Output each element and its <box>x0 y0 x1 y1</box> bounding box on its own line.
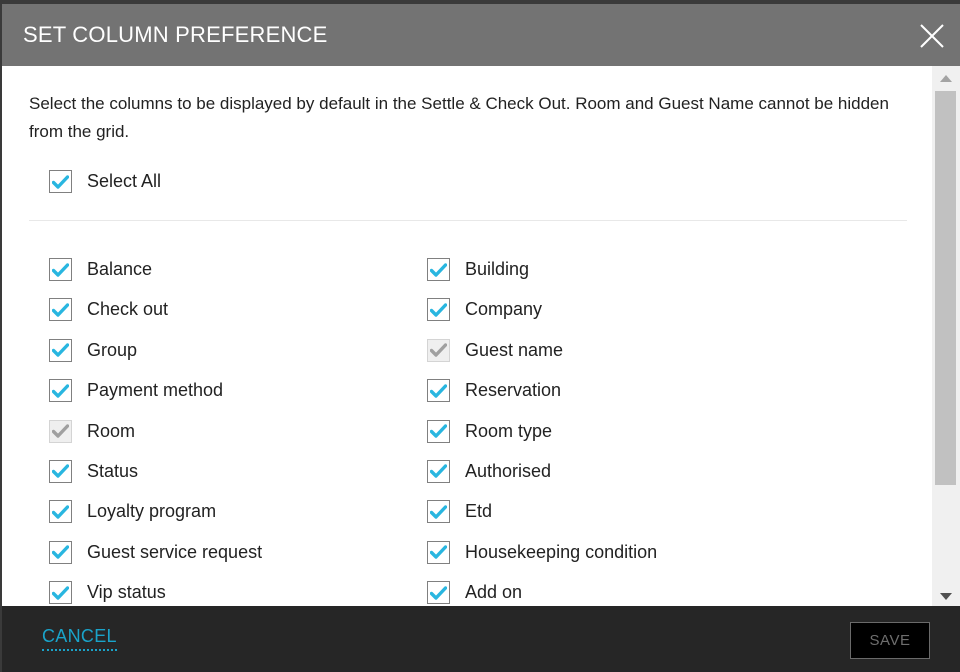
checkmark-icon <box>52 585 69 600</box>
dialog-description: Select the columns to be displayed by de… <box>29 94 889 141</box>
column-option: Room <box>49 419 262 444</box>
column-checkbox[interactable] <box>49 540 72 564</box>
column-option[interactable]: Vip status <box>49 580 262 605</box>
column-checkbox <box>427 338 450 362</box>
column-option[interactable]: Check out <box>49 297 262 322</box>
checkmark-icon <box>430 303 447 317</box>
column-label: Check out <box>87 299 169 320</box>
select-all-checkbox[interactable] <box>49 170 72 193</box>
checkmark-icon <box>52 383 69 398</box>
cancel-button[interactable]: CANCEL <box>42 626 117 651</box>
scroll-down-button[interactable] <box>932 586 960 606</box>
checkmark-icon <box>430 505 447 519</box>
column-checkbox <box>49 419 72 443</box>
column-label: Housekeeping condition <box>465 541 658 562</box>
column-label: Reservation <box>465 380 562 401</box>
column-option[interactable]: Etd <box>427 499 657 524</box>
checkmark-icon <box>52 424 69 438</box>
column-label: Vip status <box>87 582 166 603</box>
column-option[interactable]: Add on <box>427 580 657 605</box>
column-checkbox[interactable] <box>49 581 72 605</box>
column-checkbox[interactable] <box>427 298 450 322</box>
dialog-body: Select the columns to be displayed by de… <box>2 66 932 606</box>
column-checkbox[interactable] <box>427 419 450 443</box>
checkmark-icon <box>430 383 447 398</box>
column-option[interactable]: Group <box>49 338 262 363</box>
checkmark-icon <box>430 585 447 600</box>
column-label: Room type <box>465 420 553 441</box>
dialog-header: SET COLUMN PREFERENCE <box>2 4 960 66</box>
dialog-footer: CANCEL SAVE <box>2 606 960 672</box>
column-label: Payment method <box>87 380 224 401</box>
checkmark-icon <box>430 464 447 479</box>
column-option[interactable]: Authorised <box>427 459 657 484</box>
column-checkbox[interactable] <box>49 298 72 322</box>
column-label: Company <box>465 299 543 320</box>
column-option[interactable]: Room type <box>427 419 657 444</box>
checkmark-icon <box>52 464 69 479</box>
vertical-scrollbar[interactable] <box>932 66 960 606</box>
column-checkbox[interactable] <box>49 258 72 281</box>
columns-right-list: Building Company Guest name Reservation Room… <box>427 257 657 606</box>
dialog-title: SET COLUMN PREFERENCE <box>23 22 328 47</box>
column-checkbox[interactable] <box>427 258 450 281</box>
column-label: Add on <box>465 582 523 603</box>
column-checkbox[interactable] <box>49 379 72 403</box>
column-label: Authorised <box>465 460 552 481</box>
checkmark-icon <box>52 343 69 357</box>
column-checkbox[interactable] <box>49 459 72 483</box>
column-label: Guest name <box>465 339 564 360</box>
checkmark-icon <box>430 545 447 559</box>
triangle-up-icon <box>940 74 952 82</box>
checkmark-icon <box>52 505 69 519</box>
column-label: Room <box>87 420 136 441</box>
divider <box>29 220 907 221</box>
column-option[interactable]: Payment method <box>49 378 262 403</box>
close-icon <box>920 24 944 48</box>
column-checkbox[interactable] <box>427 379 450 403</box>
column-checkbox[interactable] <box>427 540 450 564</box>
column-label: Guest service request <box>87 541 263 562</box>
scroll-up-button[interactable] <box>932 68 960 88</box>
column-option: Guest name <box>427 338 657 363</box>
column-label: Balance <box>87 259 153 279</box>
checkmark-icon <box>430 343 447 357</box>
column-option[interactable]: Housekeeping condition <box>427 540 657 565</box>
checkmark-icon <box>430 262 447 277</box>
scrollbar-thumb[interactable] <box>935 91 956 485</box>
column-option[interactable]: Status <box>49 459 262 484</box>
column-checkbox[interactable] <box>49 338 72 362</box>
save-button[interactable]: SAVE <box>850 622 930 659</box>
column-option[interactable]: Reservation <box>427 378 657 403</box>
checkmark-icon <box>52 174 69 189</box>
column-preference-dialog: SET COLUMN PREFERENCE Select the columns… <box>2 4 960 672</box>
checkmark-icon <box>52 262 69 277</box>
checkmark-icon <box>52 545 69 559</box>
column-label: Etd <box>465 501 493 522</box>
column-label: Group <box>87 339 138 360</box>
column-checkbox[interactable] <box>427 500 450 524</box>
column-option[interactable]: Balance <box>49 257 262 282</box>
column-checkbox[interactable] <box>49 500 72 524</box>
select-all-option[interactable]: Select All <box>49 170 161 193</box>
select-all-label: Select All <box>87 171 162 191</box>
triangle-down-icon <box>940 592 952 600</box>
columns-left-list: Balance Check out Group Payment method Room S… <box>49 257 262 606</box>
close-button[interactable] <box>918 22 946 50</box>
column-option[interactable]: Company <box>427 297 657 322</box>
column-checkbox[interactable] <box>427 581 450 605</box>
column-option[interactable]: Guest service request <box>49 540 262 565</box>
checkmark-icon <box>52 303 69 317</box>
column-label: Loyalty program <box>87 501 217 522</box>
column-option[interactable]: Building <box>427 257 657 282</box>
checkmark-icon <box>430 424 447 438</box>
column-checkbox[interactable] <box>427 459 450 483</box>
column-label: Status <box>87 460 139 481</box>
column-option[interactable]: Loyalty program <box>49 499 262 524</box>
column-label: Building <box>465 259 530 279</box>
